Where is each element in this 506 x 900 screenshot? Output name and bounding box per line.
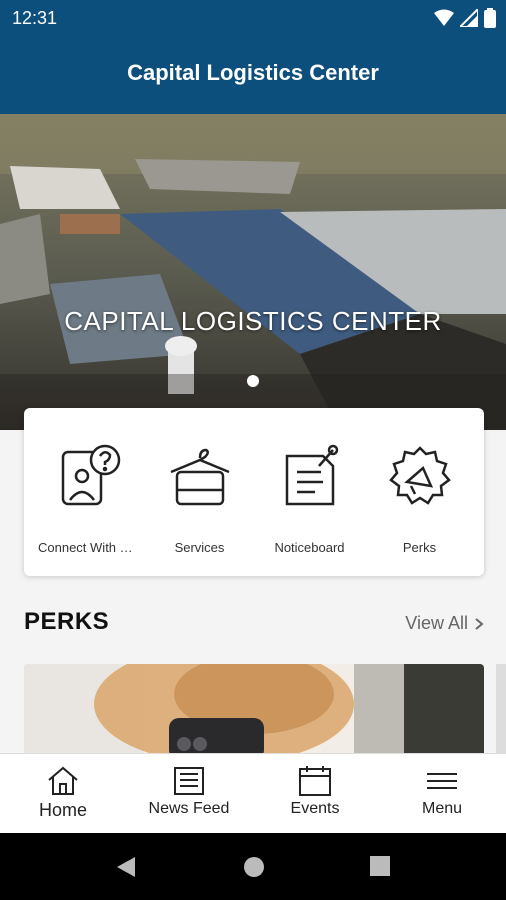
view-all-link[interactable]: View All <box>405 613 484 634</box>
back-icon[interactable] <box>115 855 137 879</box>
quick-action-label: Services <box>174 540 225 555</box>
wifi-icon <box>434 9 454 26</box>
contact-question-icon <box>61 444 120 506</box>
tab-label: News Feed <box>148 800 230 817</box>
quick-action-perks[interactable]: Perks <box>362 442 477 555</box>
system-nav-bar <box>0 833 506 900</box>
chevron-right-icon <box>475 617 484 630</box>
calendar-icon <box>299 766 331 796</box>
hanger-towel-icon <box>170 448 229 506</box>
quick-action-connect[interactable]: Connect With M… <box>32 442 147 555</box>
home-circle-icon[interactable] <box>242 855 266 879</box>
hamburger-menu-icon <box>427 773 457 789</box>
home-icon <box>48 766 78 795</box>
tab-news-feed[interactable]: News Feed <box>126 754 252 834</box>
battery-icon <box>484 8 496 28</box>
recents-icon[interactable] <box>370 856 390 876</box>
view-all-label: View All <box>405 613 468 633</box>
status-bar: 12:31 <box>0 0 506 36</box>
bottom-tab-bar: Home News Feed Events Menu <box>0 753 506 834</box>
tab-events[interactable]: Events <box>252 754 378 834</box>
tab-menu[interactable]: Menu <box>378 754 506 834</box>
app-title: Capital Logistics Center <box>127 60 379 85</box>
quick-action-label: Connect With M… <box>38 540 144 555</box>
perk-card[interactable] <box>24 664 484 760</box>
status-time: 12:31 <box>12 8 58 28</box>
signal-icon <box>460 9 478 27</box>
megaphone-badge-icon <box>388 446 451 505</box>
perks-section-title: PERKS <box>24 608 110 635</box>
app-bar: Capital Logistics Center <box>0 36 506 114</box>
quick-actions-card: Connect With M… Services Noticeboard Per… <box>24 408 484 576</box>
notice-pin-icon <box>285 444 338 506</box>
quick-action-label: Noticeboard <box>274 540 345 555</box>
hero-caption: CAPITAL LOGISTICS CENTER <box>64 306 442 336</box>
perk-image <box>24 664 484 760</box>
quick-action-noticeboard[interactable]: Noticeboard <box>252 442 367 555</box>
perk-card-next[interactable] <box>496 664 506 760</box>
carousel-indicator <box>247 375 259 387</box>
status-icons <box>434 8 496 28</box>
newspaper-icon <box>174 767 204 795</box>
tab-home[interactable]: Home <box>0 754 126 834</box>
quick-action-services[interactable]: Services <box>142 442 257 555</box>
hero-banner[interactable]: CAPITAL LOGISTICS CENTER <box>0 114 506 430</box>
quick-action-label: Perks <box>402 540 437 555</box>
tab-label: Menu <box>421 800 463 817</box>
tab-label: Home <box>38 800 87 820</box>
tab-label: Events <box>290 800 340 817</box>
